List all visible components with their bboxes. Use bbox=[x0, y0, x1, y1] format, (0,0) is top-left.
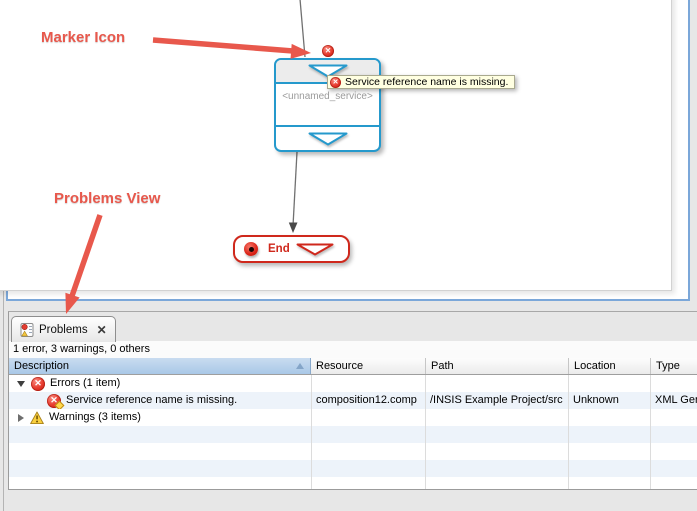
expand-triangle-icon[interactable] bbox=[308, 132, 348, 146]
description-cell bbox=[9, 460, 312, 477]
tooltip-text: Service reference name is missing. bbox=[345, 76, 508, 88]
description-cell: Errors (1 item) bbox=[9, 375, 312, 392]
error-icon bbox=[322, 45, 334, 57]
resource-cell bbox=[312, 460, 426, 477]
column-header-description[interactable]: Description bbox=[9, 358, 311, 374]
row-description: Warnings (3 items) bbox=[49, 409, 141, 426]
tab-label: Problems bbox=[39, 324, 88, 336]
diagram-canvas[interactable]: <unnamed_service> Service reference name… bbox=[6, 0, 690, 301]
service-node[interactable]: <unnamed_service> bbox=[274, 58, 381, 152]
location-cell bbox=[569, 409, 651, 426]
path-cell bbox=[426, 460, 569, 477]
problems-summary: 1 error, 3 warnings, 0 others bbox=[9, 341, 697, 358]
column-header-path[interactable]: Path bbox=[425, 358, 568, 374]
service-node-body[interactable]: <unnamed_service> bbox=[276, 84, 379, 127]
problems-tab[interactable]: Problems ✕ bbox=[11, 316, 116, 342]
row-description: Errors (1 item) bbox=[50, 375, 120, 392]
path-cell bbox=[426, 426, 569, 443]
error-icon bbox=[31, 377, 45, 391]
table-row-error-item[interactable]: Service reference name is missing. compo… bbox=[9, 392, 697, 409]
table-body: Errors (1 item) Service reference name i… bbox=[9, 375, 697, 489]
sort-ascending-icon bbox=[296, 363, 304, 369]
resource-cell bbox=[312, 443, 426, 460]
path-cell bbox=[426, 477, 569, 489]
location-cell bbox=[569, 426, 651, 443]
problems-view: Problems ✕ 1 error, 3 warnings, 0 others… bbox=[8, 311, 697, 490]
location-cell bbox=[569, 375, 651, 392]
table-row-errors-group[interactable]: Errors (1 item) bbox=[9, 375, 697, 392]
description-cell: Warnings (3 items) bbox=[9, 409, 312, 426]
column-header-resource[interactable]: Resource bbox=[311, 358, 425, 374]
resource-cell: composition12.comp bbox=[312, 392, 426, 409]
column-label: Description bbox=[14, 360, 69, 372]
table-header-row: Description Resource Path Location Type bbox=[9, 358, 697, 375]
end-node[interactable]: End bbox=[233, 235, 350, 263]
location-cell bbox=[569, 477, 651, 489]
empty-table-row bbox=[9, 477, 697, 489]
column-header-type[interactable]: Type bbox=[650, 358, 697, 374]
path-cell bbox=[426, 443, 569, 460]
error-quickfix-icon bbox=[47, 394, 61, 408]
service-node-label: <unnamed_service> bbox=[282, 91, 373, 125]
description-cell: Service reference name is missing. bbox=[9, 392, 312, 409]
location-cell bbox=[569, 460, 651, 477]
empty-table-row bbox=[9, 443, 697, 460]
path-cell bbox=[426, 409, 569, 426]
table-row-warnings-group[interactable]: Warnings (3 items) bbox=[9, 409, 697, 426]
eclipse-workbench: <unnamed_service> Service reference name… bbox=[0, 0, 697, 511]
location-cell bbox=[569, 443, 651, 460]
resource-cell bbox=[312, 375, 426, 392]
end-node-label: End bbox=[268, 243, 290, 255]
tree-expander-expanded-icon[interactable] bbox=[17, 381, 25, 387]
resource-cell bbox=[312, 477, 426, 489]
type-cell bbox=[651, 443, 697, 460]
resource-cell bbox=[312, 426, 426, 443]
row-description: Service reference name is missing. bbox=[66, 392, 237, 409]
type-cell bbox=[651, 460, 697, 477]
path-cell bbox=[426, 375, 569, 392]
end-triangle-icon[interactable] bbox=[296, 243, 334, 256]
empty-table-row bbox=[9, 426, 697, 443]
end-bullet-icon bbox=[244, 242, 258, 256]
resource-cell bbox=[312, 409, 426, 426]
description-cell bbox=[9, 426, 312, 443]
service-node-footer[interactable] bbox=[276, 127, 379, 150]
description-cell bbox=[9, 477, 312, 489]
empty-table-row bbox=[9, 460, 697, 477]
error-marker-icon[interactable] bbox=[322, 40, 334, 58]
problems-table: 1 error, 3 warnings, 0 others Descriptio… bbox=[9, 341, 697, 490]
error-icon bbox=[330, 77, 341, 88]
description-cell bbox=[9, 443, 312, 460]
path-cell: /INSIS Example Project/src bbox=[426, 392, 569, 409]
type-cell bbox=[651, 409, 697, 426]
location-cell: Unknown bbox=[569, 392, 651, 409]
type-cell: XML Ger bbox=[651, 392, 697, 409]
problems-view-icon bbox=[20, 323, 34, 337]
warning-icon bbox=[30, 411, 44, 425]
column-header-location[interactable]: Location bbox=[568, 358, 650, 374]
tab-close-icon[interactable]: ✕ bbox=[97, 324, 107, 336]
tree-expander-collapsed-icon[interactable] bbox=[18, 414, 24, 422]
type-cell bbox=[651, 477, 697, 489]
validation-tooltip: Service reference name is missing. bbox=[327, 75, 515, 89]
type-cell bbox=[651, 426, 697, 443]
type-cell bbox=[651, 375, 697, 392]
